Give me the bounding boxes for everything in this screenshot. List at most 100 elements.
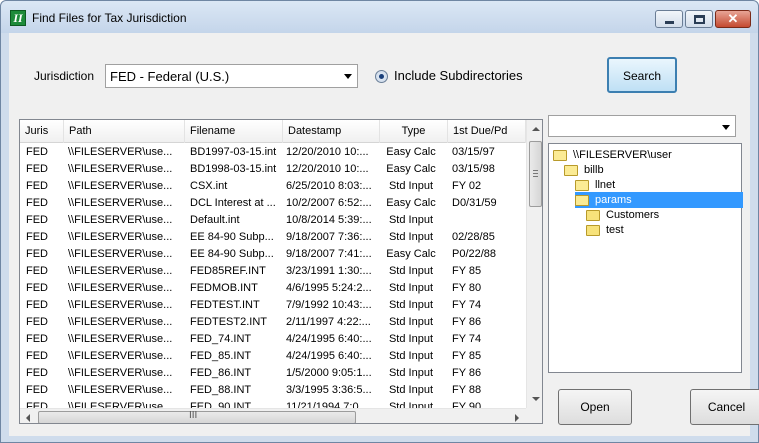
table-cell: \\FILESERVER\use... (68, 231, 173, 243)
tree-node[interactable]: Customers (586, 207, 661, 223)
tree-node[interactable]: llnet (575, 177, 617, 193)
table-cell: Std Input (388, 350, 434, 362)
table-row[interactable]: FED \\FILESERVER\use... FED_88.INT 3/3/1995… (20, 382, 526, 399)
table-cell: 12/20/2010 10:... (286, 163, 369, 175)
include-subdirectories-radio[interactable] (375, 70, 388, 83)
column-header[interactable]: Juris (20, 120, 64, 143)
table-cell: 6/25/2010 8:03:... (286, 180, 372, 192)
folder-icon (586, 209, 600, 221)
table-row[interactable]: FED \\FILESERVER\use... CSX.int 6/25/2010 8… (20, 178, 526, 195)
table-cell: Std Input (388, 333, 434, 345)
open-button[interactable]: Open (558, 389, 632, 425)
folder-open-icon (575, 179, 589, 191)
table-cell: Std Input (388, 180, 434, 192)
table-cell: CSX.int (190, 180, 228, 192)
chevron-down-icon[interactable] (339, 65, 357, 87)
table-cell: FED_88.INT (190, 384, 252, 396)
search-button[interactable]: Search (607, 57, 677, 93)
table-row[interactable]: FED \\FILESERVER\use... BD1997-03-15.int 12… (20, 144, 526, 161)
table-cell: 02/28/85 (452, 231, 495, 243)
file-list[interactable]: Juris Path Filename Datestamp Type 1st Due/Pd… (19, 119, 543, 424)
vertical-scroll-thumb[interactable] (529, 141, 542, 207)
file-list-body[interactable]: FED \\FILESERVER\use... BD1997-03-15.int 12… (20, 144, 526, 409)
title-bar[interactable]: II Find Files for Tax Jurisdiction ✕ (1, 1, 758, 33)
cancel-button[interactable]: Cancel (690, 389, 759, 425)
table-row[interactable]: FED \\FILESERVER\use... FEDTEST2.INT 2/11/1… (20, 314, 526, 331)
table-cell: FY 86 (452, 316, 482, 328)
table-cell: Std Input (388, 316, 434, 328)
table-row[interactable]: FED \\FILESERVER\use... FED_85.INT 4/24/199… (20, 348, 526, 365)
table-cell: \\FILESERVER\use... (68, 146, 173, 158)
maximize-button[interactable] (685, 10, 713, 28)
table-row[interactable]: FED \\FILESERVER\use... FED_86.INT 1/5/2000… (20, 365, 526, 382)
table-cell: Easy Calc (386, 248, 436, 260)
table-row[interactable]: FED \\FILESERVER\use... FEDTEST.INT 7/9/199… (20, 297, 526, 314)
table-cell: Std Input (388, 265, 434, 277)
tree-node[interactable]: billb (564, 162, 606, 178)
table-cell: FED (26, 248, 48, 260)
scroll-corner (526, 408, 542, 423)
close-button[interactable]: ✕ (715, 10, 751, 28)
table-cell: Std Input (388, 214, 434, 226)
table-cell: Default.int (190, 214, 240, 226)
table-cell: DCL Interest at ... (190, 197, 276, 209)
folder-tree[interactable]: \\FILESERVER\user billb llnet params Custome… (548, 143, 743, 373)
table-cell: 9/18/2007 7:41:... (286, 248, 372, 260)
jurisdiction-dropdown[interactable]: FED - Federal (U.S.) (105, 64, 358, 88)
table-cell: 7/9/1992 10:43:... (286, 299, 372, 311)
tree-node-label: test (606, 224, 624, 237)
table-row[interactable]: FED \\FILESERVER\use... FED85REF.INT 3/23/1… (20, 263, 526, 280)
table-row[interactable]: FED \\FILESERVER\use... EE 84-90 Subp... 9/… (20, 229, 526, 246)
table-cell: FY 74 (452, 333, 482, 345)
include-subdirectories-label[interactable]: Include Subdirectories (394, 68, 523, 83)
table-cell: P0/22/88 (452, 248, 497, 260)
table-row[interactable]: FED \\FILESERVER\use... BD1998-03-15.int 12… (20, 161, 526, 178)
scroll-up-icon[interactable] (532, 127, 540, 131)
scroll-left-icon[interactable] (26, 414, 30, 422)
table-cell: 3/23/1991 1:30:... (286, 265, 372, 277)
column-header[interactable]: Path (64, 120, 185, 143)
table-row[interactable]: FED \\FILESERVER\use... FEDMOB.INT 4/6/1995… (20, 280, 526, 297)
table-row[interactable]: FED \\FILESERVER\use... EE 84-90 Subp... 9/… (20, 246, 526, 263)
column-header[interactable]: Filename (185, 120, 283, 143)
chevron-down-icon[interactable] (717, 116, 735, 136)
tree-node-label: Customers (606, 209, 660, 222)
table-row[interactable]: FED \\FILESERVER\use... Default.int 10/8/20… (20, 212, 526, 229)
vertical-scrollbar[interactable] (526, 120, 542, 408)
column-header[interactable]: Type (380, 120, 448, 143)
table-cell: FY 85 (452, 350, 482, 362)
path-dropdown[interactable] (548, 115, 736, 137)
table-cell: \\FILESERVER\use... (68, 367, 173, 379)
grip-line (533, 176, 538, 177)
file-list-header: Juris Path Filename Datestamp Type 1st Due/Pd (20, 120, 526, 143)
table-cell: 1/5/2000 9:05:1... (286, 367, 372, 379)
table-cell: \\FILESERVER\use... (68, 197, 173, 209)
table-cell: 03/15/98 (452, 163, 495, 175)
table-cell: \\FILESERVER\use... (68, 384, 173, 396)
table-cell: 2/11/1997 4:22:... (286, 316, 371, 328)
horizontal-scrollbar[interactable]: III (20, 408, 526, 423)
scroll-down-icon[interactable] (532, 397, 540, 401)
tree-node[interactable]: params (575, 192, 743, 209)
window-title: Find Files for Tax Jurisdiction (32, 11, 187, 25)
table-cell: \\FILESERVER\use... (68, 316, 173, 328)
tree-node[interactable]: \\FILESERVER\user (553, 147, 674, 163)
table-cell: 4/24/1995 6:40:... (286, 333, 372, 345)
minimize-button[interactable] (655, 10, 683, 28)
horizontal-scroll-thumb[interactable]: III (38, 410, 356, 423)
column-header[interactable]: Datestamp (283, 120, 380, 143)
table-cell: Std Input (388, 367, 434, 379)
scroll-right-icon[interactable] (515, 414, 519, 422)
table-row[interactable]: FED \\FILESERVER\use... FED_74.INT 4/24/199… (20, 331, 526, 348)
table-row[interactable]: FED \\FILESERVER\use... DCL Interest at ..… (20, 195, 526, 212)
table-cell: FED_86.INT (190, 367, 252, 379)
column-header[interactable]: 1st Due/Pd (448, 120, 526, 143)
grip-line (533, 170, 538, 171)
table-cell: 12/20/2010 10:... (286, 146, 369, 158)
tree-node[interactable]: test (586, 222, 626, 238)
table-cell: 10/8/2014 5:39:... (286, 214, 372, 226)
table-cell: FEDTEST.INT (190, 299, 260, 311)
table-cell: BD1997-03-15.int (190, 146, 277, 158)
table-cell: FY 85 (452, 265, 482, 277)
table-cell: FED (26, 163, 48, 175)
